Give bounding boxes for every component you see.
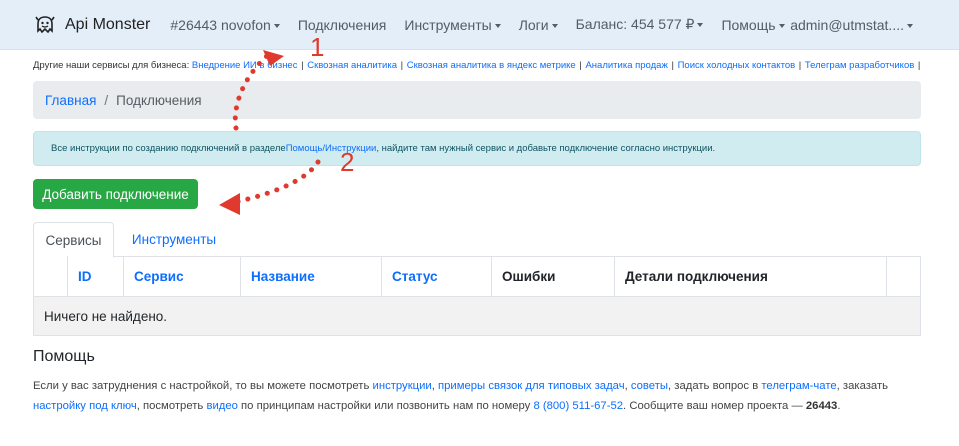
tab-services[interactable]: Сервисы bbox=[33, 222, 114, 258]
column-header-select bbox=[34, 256, 68, 296]
help-text: по принципам настройки или позвонить нам… bbox=[237, 400, 534, 412]
top-navbar: Api Monster #26443 novofon Подключения И… bbox=[0, 0, 959, 50]
chevron-down-icon bbox=[697, 23, 704, 28]
user-menu-dropdown[interactable]: admin@utmstat.... bbox=[790, 17, 913, 33]
brand[interactable]: Api Monster bbox=[34, 14, 150, 36]
annotation-arrow-2 bbox=[233, 159, 321, 205]
add-connection-button[interactable]: Добавить подключение bbox=[33, 179, 198, 209]
user-email: admin@utmstat.... bbox=[790, 17, 904, 33]
service-link-ai[interactable]: Внедрение ИИ в бизнес bbox=[192, 60, 298, 71]
help-paragraph: Если у вас затруднения с настройкой, то … bbox=[33, 376, 923, 416]
separator: | bbox=[671, 60, 674, 71]
alert-text-after: , найдите там нужный сервис и добавьте п… bbox=[376, 143, 716, 154]
alert-text-before: Все инструкции по созданию подключений в… bbox=[51, 143, 286, 154]
separator: | bbox=[400, 60, 404, 71]
chevron-down-icon bbox=[494, 23, 501, 28]
column-header-status[interactable]: Статус bbox=[382, 256, 492, 296]
breadcrumb-home[interactable]: Главная bbox=[45, 93, 96, 108]
help-link-video[interactable]: видео bbox=[206, 400, 237, 412]
other-services-bar: Другие наши сервисы для бизнеса: Внедрен… bbox=[33, 60, 921, 71]
column-header-service[interactable]: Сервис bbox=[124, 256, 241, 296]
help-link-phone[interactable]: 8 (800) 511-67-52 bbox=[533, 400, 623, 412]
column-header-id[interactable]: ID bbox=[68, 256, 124, 296]
project-number: 26443 bbox=[805, 400, 838, 412]
alert-help-link[interactable]: Помощь/Инструкции bbox=[286, 143, 377, 154]
breadcrumb: Главная / Подключения bbox=[33, 81, 921, 119]
nav-tools-dropdown[interactable]: Инструменты bbox=[404, 16, 501, 33]
connections-table: ID Сервис Название Статус Ошибки Детали … bbox=[33, 256, 921, 336]
help-text: , посмотреть bbox=[136, 400, 207, 412]
help-text: Если у вас затруднения с настройкой, то … bbox=[33, 380, 373, 392]
nav-help-label: Помощь bbox=[721, 16, 776, 33]
column-header-errors: Ошибки bbox=[492, 256, 615, 296]
help-text: . bbox=[837, 400, 841, 412]
separator: | bbox=[917, 60, 921, 71]
nav-balance-dropdown[interactable]: Баланс: 454 577 ₽ bbox=[576, 16, 704, 33]
nav-tools-label: Инструменты bbox=[404, 16, 492, 33]
help-link-tips[interactable]: советы bbox=[631, 380, 668, 392]
nav-balance-label: Баланс: 454 577 ₽ bbox=[575, 16, 695, 32]
service-link-telegram-devs[interactable]: Телеграм разработчиков bbox=[805, 60, 914, 71]
help-link-examples[interactable]: примеры связок для типовых задач bbox=[438, 380, 625, 392]
nav-help-dropdown[interactable]: Помощь bbox=[721, 16, 785, 33]
breadcrumb-divider: / bbox=[104, 92, 109, 108]
column-header-name[interactable]: Название bbox=[241, 256, 382, 296]
brand-name: Api Monster bbox=[65, 15, 151, 33]
info-alert: Все инструкции по созданию подключений в… bbox=[33, 131, 921, 166]
monster-logo-icon bbox=[35, 15, 55, 33]
tab-tools[interactable]: Инструменты bbox=[114, 222, 234, 257]
nav-logs-label: Логи bbox=[518, 16, 549, 33]
chevron-down-icon bbox=[551, 23, 558, 28]
chevron-down-icon bbox=[778, 23, 785, 28]
breadcrumb-current: Подключения bbox=[116, 92, 202, 108]
help-text: . Сообщите ваш номер проекта — bbox=[623, 400, 806, 412]
column-header-actions bbox=[887, 256, 920, 296]
help-link-setup[interactable]: настройку под ключ bbox=[33, 400, 137, 412]
help-link-instructions[interactable]: инструкции bbox=[373, 380, 432, 392]
service-link-sales-analytics[interactable]: Аналитика продаж bbox=[585, 60, 667, 71]
separator: | bbox=[798, 60, 802, 71]
annotation-arrowhead-2 bbox=[219, 193, 240, 215]
help-link-telegram[interactable]: телеграм-чате bbox=[761, 380, 836, 392]
empty-message: Ничего не найдено. bbox=[44, 308, 168, 324]
chevron-down-icon bbox=[907, 24, 913, 29]
project-dropdown[interactable]: #26443 novofon bbox=[170, 16, 280, 33]
nav-logs-dropdown[interactable]: Логи bbox=[519, 17, 558, 33]
help-title: Помощь bbox=[33, 348, 95, 365]
chevron-down-icon bbox=[273, 23, 280, 28]
help-text: , задать вопрос в bbox=[668, 380, 762, 392]
help-text: , заказать bbox=[836, 380, 889, 392]
service-link-yandex-analytics[interactable]: Сквозная аналитика в яндекс метрике bbox=[407, 60, 576, 71]
separator: | bbox=[579, 60, 582, 71]
project-label: #26443 novofon bbox=[170, 16, 271, 33]
column-header-details: Детали подключения bbox=[615, 256, 887, 296]
table-header-row: ID Сервис Название Статус Ошибки Детали … bbox=[34, 256, 920, 297]
tabs-bar: Сервисы Инструменты bbox=[33, 222, 921, 258]
separator: | bbox=[301, 60, 304, 71]
nav-connections[interactable]: Подключения bbox=[298, 17, 387, 33]
service-link-cold-contacts[interactable]: Поиск холодных контактов bbox=[678, 60, 796, 71]
table-empty-row: Ничего не найдено. bbox=[34, 297, 920, 335]
service-link-analytics[interactable]: Сквозная аналитика bbox=[307, 60, 397, 71]
services-prefix: Другие наши сервисы для бизнеса: bbox=[33, 60, 190, 71]
